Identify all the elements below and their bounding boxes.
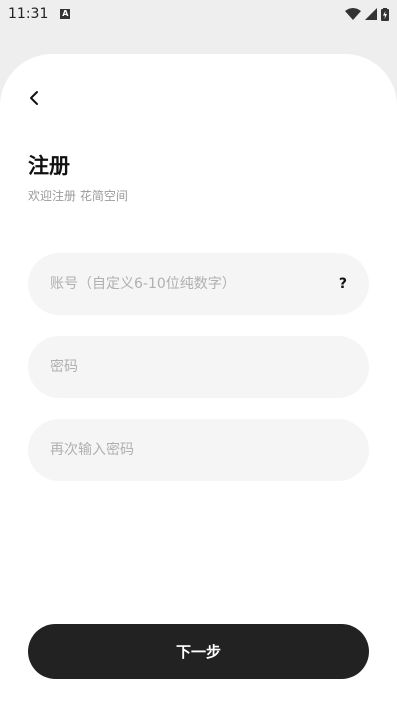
account-help-icon[interactable]: ? [339, 276, 347, 292]
register-sheet: 注册 欢迎注册 花简空间 ? 下一步 [0, 54, 397, 707]
next-button[interactable]: 下一步 [28, 624, 369, 679]
page-subtitle: 欢迎注册 花简空间 [28, 189, 128, 203]
notification-badge-icon: A [60, 9, 71, 19]
wifi-icon [345, 8, 361, 20]
back-button[interactable] [22, 86, 46, 110]
status-left: 11:31 A [8, 6, 71, 22]
signal-icon [365, 8, 377, 20]
account-field: ? [28, 253, 369, 315]
confirm-password-input[interactable] [50, 442, 347, 458]
status-bar: 11:31 A [0, 0, 397, 28]
password-field [28, 336, 369, 398]
account-input[interactable] [50, 276, 331, 292]
status-icons [345, 7, 389, 21]
battery-charging-icon [381, 7, 389, 21]
password-input[interactable] [50, 359, 347, 375]
page-title: 注册 [28, 154, 70, 178]
chevron-left-icon [30, 91, 38, 105]
confirm-password-field [28, 419, 369, 481]
status-time: 11:31 [8, 6, 49, 22]
